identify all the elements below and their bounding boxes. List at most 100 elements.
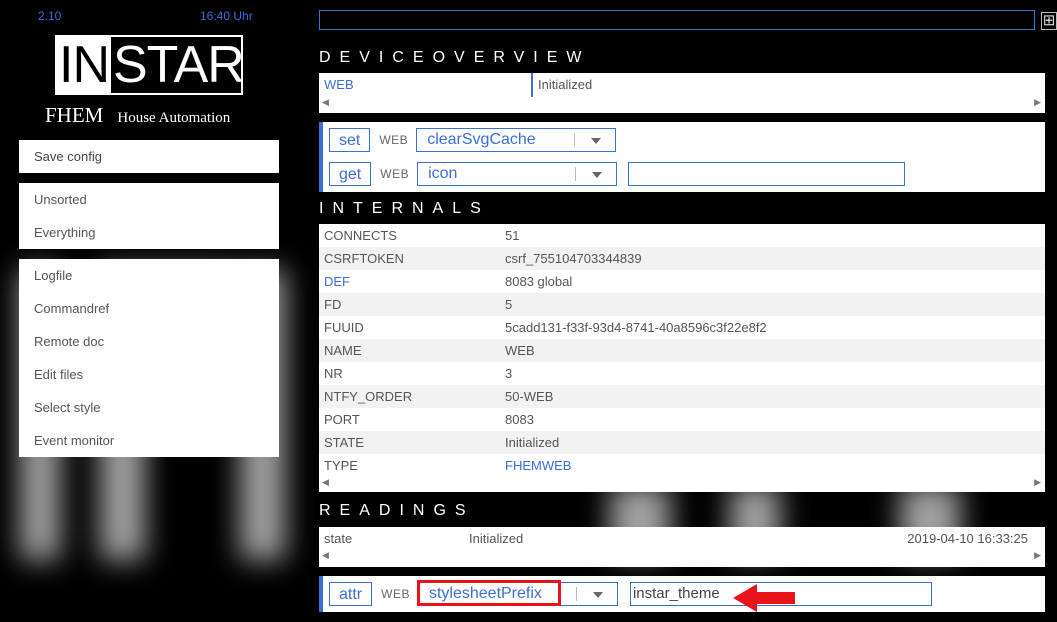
get-button[interactable]: get bbox=[329, 162, 372, 186]
table-row: state Initialized 2019-04-10 16:33:25 bbox=[319, 527, 1045, 550]
set-row: set WEB clearSvgCache bbox=[329, 127, 617, 153]
attr-name-select[interactable]: stylesheetPrefix bbox=[416, 580, 618, 606]
menu-item-unsorted[interactable]: Unsorted bbox=[19, 183, 279, 216]
device-overview-table: WEB Initialized ◀ ▶ bbox=[319, 73, 1045, 113]
reading-timestamp: 2019-04-10 16:33:25 bbox=[907, 531, 1028, 546]
menu-item-edit-files[interactable]: Edit files bbox=[19, 358, 279, 391]
logo-inverted-text: IN bbox=[57, 36, 111, 94]
internal-value: 50-WEB bbox=[505, 389, 554, 404]
table-row: TYPE FHEMWEB bbox=[319, 454, 1045, 477]
table-row: DEF 8083 global bbox=[319, 270, 1045, 293]
horizontal-scrollbar[interactable]: ◀ ▶ bbox=[319, 477, 1045, 491]
set-selected-value: clearSvgCache bbox=[427, 131, 536, 148]
menu-item-select-style[interactable]: Select style bbox=[19, 391, 279, 424]
save-config-link[interactable]: Save config bbox=[19, 140, 279, 173]
select-separator bbox=[575, 167, 577, 181]
panel-accent bbox=[319, 576, 323, 612]
chevron-down-icon[interactable] bbox=[591, 138, 602, 144]
room-menu: Unsorted Everything bbox=[19, 183, 279, 249]
select-separator bbox=[574, 133, 576, 147]
table-row: NTFY_ORDER 50-WEB bbox=[319, 385, 1045, 408]
internal-key: NAME bbox=[324, 343, 362, 358]
get-value-input[interactable] bbox=[628, 162, 906, 186]
internal-key: TYPE bbox=[324, 458, 358, 473]
internal-value: 3 bbox=[505, 366, 513, 381]
column-divider bbox=[531, 73, 533, 97]
red-arrow-icon bbox=[733, 584, 795, 612]
internal-value-link[interactable]: FHEMWEB bbox=[505, 454, 571, 477]
table-row: NAME WEB bbox=[319, 339, 1045, 362]
reading-key: state bbox=[324, 531, 353, 546]
expand-plus-icon[interactable]: ⊞ bbox=[1041, 12, 1057, 30]
command-input[interactable] bbox=[319, 10, 1035, 30]
internals-table: CONNECTS 51 CSRFTOKEN csrf_755104703344839… bbox=[319, 224, 1045, 492]
internal-value: WEB bbox=[505, 343, 535, 358]
internal-key-link[interactable]: DEF bbox=[324, 270, 350, 293]
scroll-right-icon[interactable]: ▶ bbox=[1034, 477, 1041, 488]
internal-value: 51 bbox=[505, 228, 520, 243]
device-overview-title: DEVICEOVERVIEW bbox=[319, 49, 591, 66]
scroll-right-icon[interactable]: ▶ bbox=[1034, 550, 1041, 561]
select-separator bbox=[575, 587, 577, 601]
set-get-panel: set WEB clearSvgCache get WEB icon bbox=[319, 122, 1045, 192]
instar-logo[interactable]: IN STAR bbox=[55, 35, 245, 95]
chevron-down-icon[interactable] bbox=[592, 172, 603, 178]
get-row: get WEB icon bbox=[329, 161, 906, 187]
attr-selected-value: stylesheetPrefix bbox=[428, 585, 542, 602]
device-state: Initialized bbox=[538, 77, 593, 92]
fhem-title: FHEM bbox=[45, 103, 104, 127]
table-row: NR 3 bbox=[319, 362, 1045, 385]
internal-key: CSRFTOKEN bbox=[324, 251, 404, 266]
table-row: FD 5 bbox=[319, 293, 1045, 316]
internal-value: 5 bbox=[505, 297, 513, 312]
internal-value: Initialized bbox=[505, 435, 560, 450]
menu-item-commandref[interactable]: Commandref bbox=[19, 292, 279, 325]
internal-key: PORT bbox=[324, 412, 360, 427]
get-device-label: WEB bbox=[380, 167, 410, 181]
menu-item-remote-doc[interactable]: Remote doc bbox=[19, 325, 279, 358]
set-device-label: WEB bbox=[379, 133, 409, 147]
save-config-block: Save config bbox=[19, 140, 279, 173]
menu-item-logfile[interactable]: Logfile bbox=[19, 259, 279, 292]
table-row: PORT 8083 bbox=[319, 408, 1045, 431]
attr-button[interactable]: attr bbox=[329, 582, 373, 606]
table-row: CONNECTS 51 bbox=[319, 224, 1045, 247]
table-row: FUUID 5cadd131-f33f-93d4-8741-40a8596c3f2… bbox=[319, 316, 1045, 339]
internal-value: 5cadd131-f33f-93d4-8741-40a8596c3f22e8f2 bbox=[505, 320, 767, 335]
horizontal-scrollbar[interactable]: ◀ ▶ bbox=[319, 97, 1045, 111]
attr-row: attr WEB stylesheetPrefix instar_theme bbox=[329, 580, 932, 607]
scroll-left-icon[interactable]: ◀ bbox=[322, 97, 329, 108]
scroll-left-icon[interactable]: ◀ bbox=[322, 550, 329, 561]
horizontal-scrollbar[interactable]: ◀ ▶ bbox=[319, 550, 1045, 564]
set-command-select[interactable]: clearSvgCache bbox=[416, 128, 617, 152]
table-row: STATE Initialized bbox=[319, 431, 1045, 454]
table-row: CSRFTOKEN csrf_755104703344839 bbox=[319, 247, 1045, 270]
reading-value: Initialized bbox=[469, 531, 524, 546]
device-name-link[interactable]: WEB bbox=[324, 73, 354, 97]
chevron-down-icon[interactable] bbox=[592, 592, 603, 598]
menu-item-everything[interactable]: Everything bbox=[19, 216, 279, 249]
scroll-left-icon[interactable]: ◀ bbox=[322, 477, 329, 488]
internal-key: CONNECTS bbox=[324, 228, 397, 243]
internal-key: NR bbox=[324, 366, 343, 381]
internals-rows: CONNECTS 51 CSRFTOKEN csrf_755104703344839… bbox=[319, 224, 1045, 477]
attr-panel: attr WEB stylesheetPrefix instar_theme bbox=[319, 576, 1045, 612]
logo-text: STAR bbox=[113, 36, 245, 94]
internal-value: 8083 global bbox=[505, 274, 573, 289]
readings-table: state Initialized 2019-04-10 16:33:25 ◀ … bbox=[319, 527, 1045, 567]
scroll-right-icon[interactable]: ▶ bbox=[1034, 97, 1041, 108]
app-subtitle: FHEM House Automation bbox=[45, 103, 230, 128]
get-command-select[interactable]: icon bbox=[417, 162, 618, 186]
internal-key: NTFY_ORDER bbox=[324, 389, 413, 404]
fhem-version: 2.10 bbox=[38, 9, 62, 23]
readings-title: READINGS bbox=[319, 502, 475, 519]
internal-value: 8083 bbox=[505, 412, 534, 427]
internal-key: FD bbox=[324, 297, 342, 312]
clock-time: 16:40 Uhr bbox=[200, 9, 253, 23]
internal-key: STATE bbox=[324, 435, 364, 450]
set-button[interactable]: set bbox=[329, 128, 371, 152]
house-automation-label: House Automation bbox=[117, 110, 231, 126]
tools-menu: Logfile Commandref Remote doc Edit files… bbox=[19, 259, 279, 457]
menu-item-event-monitor[interactable]: Event monitor bbox=[19, 424, 279, 457]
internals-title: INTERNALS bbox=[319, 200, 490, 217]
